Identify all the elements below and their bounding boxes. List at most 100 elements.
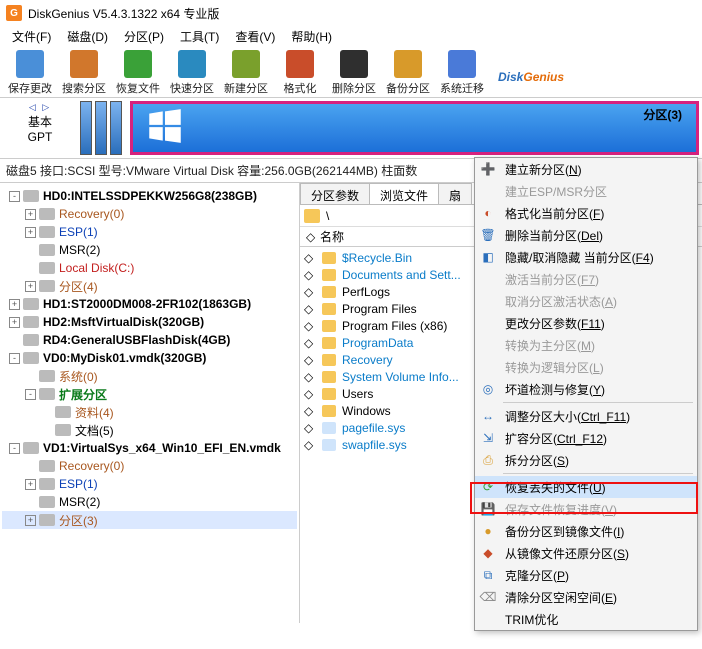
tree-partition[interactable]: 文档(5)	[2, 421, 297, 439]
menu-icon: ⧉	[479, 567, 497, 583]
drive-icon	[39, 226, 55, 238]
expand-icon[interactable]: +	[25, 515, 36, 526]
context-menu-item[interactable]: ⧉克隆分区(P)	[475, 564, 697, 586]
context-menu-item[interactable]: ➕建立新分区(N)	[475, 158, 697, 180]
tree-disk[interactable]: -VD1:VirtualSys_x64_Win10_EFI_EN.vmdk	[2, 439, 297, 457]
tree-partition[interactable]: 资料(4)	[2, 403, 297, 421]
drive-icon	[55, 406, 71, 418]
expand-icon[interactable]: -	[9, 353, 20, 364]
column-name[interactable]: 名称	[314, 228, 350, 245]
toolbar-icon	[70, 50, 98, 78]
drive-icon	[23, 442, 39, 454]
check[interactable]: ◇	[304, 319, 316, 333]
context-menu-item[interactable]: 更改分区参数(F11)	[475, 312, 697, 334]
check[interactable]: ◇	[304, 353, 316, 367]
drive-icon	[39, 388, 55, 400]
check[interactable]: ◇	[304, 438, 316, 452]
check[interactable]: ◇	[304, 404, 316, 418]
expand-icon[interactable]: +	[25, 281, 36, 292]
menu-item[interactable]: 查看(V)	[227, 26, 283, 48]
tree-partition[interactable]: Recovery(0)	[2, 457, 297, 475]
expand-icon[interactable]: -	[9, 191, 20, 202]
context-menu-item[interactable]: ◐格式化当前分区(F)	[475, 202, 697, 224]
tree-disk[interactable]: +HD2:MsftVirtualDisk(320GB)	[2, 313, 297, 331]
file-icon	[322, 422, 336, 434]
check[interactable]: ◇	[304, 387, 316, 401]
menu-item[interactable]: 帮助(H)	[283, 26, 340, 48]
context-menu-item[interactable]: ⇲扩容分区(Ctrl_F12)	[475, 427, 697, 449]
tree-partition[interactable]: +ESP(1)	[2, 223, 297, 241]
check[interactable]: ◇	[304, 336, 316, 350]
tree-disk[interactable]: RD4:GeneralUSBFlashDisk(4GB)	[2, 331, 297, 349]
menu-icon: ●	[479, 523, 497, 539]
toolbar-button[interactable]: 保存更改	[4, 50, 56, 96]
windows-icon	[147, 108, 183, 144]
context-menu-item[interactable]: ●备份分区到镜像文件(I)	[475, 520, 697, 542]
tree-partition[interactable]: Local Disk(C:)	[2, 259, 297, 277]
menu-icon: 🗑	[479, 227, 497, 243]
toolbar-button[interactable]: 删除分区	[328, 50, 380, 96]
menu-item[interactable]: 工具(T)	[172, 26, 227, 48]
drive-icon	[39, 208, 55, 220]
toolbar-button[interactable]: 快速分区	[166, 50, 218, 96]
check[interactable]: ◇	[304, 421, 316, 435]
tree-disk[interactable]: -VD0:MyDisk01.vmdk(320GB)	[2, 349, 297, 367]
check[interactable]: ◇	[304, 268, 316, 282]
context-menu-item[interactable]: ↔调整分区大小(Ctrl_F11)	[475, 405, 697, 427]
menu-icon: ⟳	[479, 479, 497, 495]
expand-icon[interactable]: +	[25, 479, 36, 490]
tree-partition[interactable]: MSR(2)	[2, 493, 297, 511]
tree-partition[interactable]: +ESP(1)	[2, 475, 297, 493]
window-title: DiskGenius V5.4.3.1322 x64 专业版	[28, 5, 219, 22]
check[interactable]: ◇	[304, 251, 316, 265]
tree-partition[interactable]: -扩展分区	[2, 385, 297, 403]
check-icon[interactable]: ◇	[300, 230, 314, 244]
menu-item[interactable]: 文件(F)	[4, 26, 59, 48]
expand-icon[interactable]: +	[9, 317, 20, 328]
tab[interactable]: 分区参数	[300, 183, 370, 204]
context-menu-item[interactable]: ⌫清除分区空闲空间(E)	[475, 586, 697, 608]
tab[interactable]: 浏览文件	[369, 183, 439, 204]
drive-icon	[39, 478, 55, 490]
tree-partition[interactable]: +分区(4)	[2, 277, 297, 295]
tree-partition[interactable]: MSR(2)	[2, 241, 297, 259]
tree-partition[interactable]: +分区(3)	[2, 511, 297, 529]
toolbar-icon	[394, 50, 422, 78]
context-menu-item[interactable]: ◆从镜像文件还原分区(S)	[475, 542, 697, 564]
check[interactable]: ◇	[304, 285, 316, 299]
expand-icon[interactable]: -	[25, 389, 36, 400]
toolbar: 保存更改搜索分区恢复文件快速分区新建分区格式化删除分区备份分区系统迁移DiskG…	[0, 48, 702, 98]
drive-icon	[23, 352, 39, 364]
toolbar-button[interactable]: 系统迁移	[436, 50, 488, 96]
tree-partition[interactable]: 系统(0)	[2, 367, 297, 385]
nav-arrows[interactable]: ◁ ▷	[0, 102, 80, 113]
toolbar-button[interactable]: 备份分区	[382, 50, 434, 96]
toolbar-button[interactable]: 格式化	[274, 50, 326, 96]
menu-item[interactable]: 磁盘(D)	[59, 26, 116, 48]
tree-disk[interactable]: +HD1:ST2000DM008-2FR102(1863GB)	[2, 295, 297, 313]
disk-type: 基本	[0, 113, 80, 130]
tree-partition[interactable]: +Recovery(0)	[2, 205, 297, 223]
context-menu-item[interactable]: ◎坏道检测与修复(Y)	[475, 378, 697, 400]
toolbar-icon	[16, 50, 44, 78]
menu-item[interactable]: 分区(P)	[116, 26, 172, 48]
menu-icon: ➕	[479, 161, 497, 177]
context-menu-item: 转换为主分区(M)	[475, 334, 697, 356]
toolbar-button[interactable]: 恢复文件	[112, 50, 164, 96]
context-menu-item[interactable]: ◧隐藏/取消隐藏 当前分区(F4)	[475, 246, 697, 268]
check[interactable]: ◇	[304, 302, 316, 316]
expand-icon[interactable]: +	[25, 209, 36, 220]
expand-icon[interactable]: -	[9, 443, 20, 454]
context-menu-item[interactable]: ⎙拆分分区(S)	[475, 449, 697, 471]
toolbar-button[interactable]: 搜索分区	[58, 50, 110, 96]
expand-icon[interactable]: +	[25, 227, 36, 238]
partition-band[interactable]: 分区(3)	[130, 101, 699, 155]
context-menu-item[interactable]: ⟳恢复丢失的文件(U)	[475, 476, 697, 498]
context-menu-item[interactable]: TRIM优化	[475, 608, 697, 630]
context-menu-item[interactable]: 🗑删除当前分区(Del)	[475, 224, 697, 246]
tab[interactable]: 扇	[438, 183, 472, 204]
expand-icon[interactable]: +	[9, 299, 20, 310]
toolbar-button[interactable]: 新建分区	[220, 50, 272, 96]
tree-disk[interactable]: -HD0:INTELSSDPEKKW256G8(238GB)	[2, 187, 297, 205]
check[interactable]: ◇	[304, 370, 316, 384]
